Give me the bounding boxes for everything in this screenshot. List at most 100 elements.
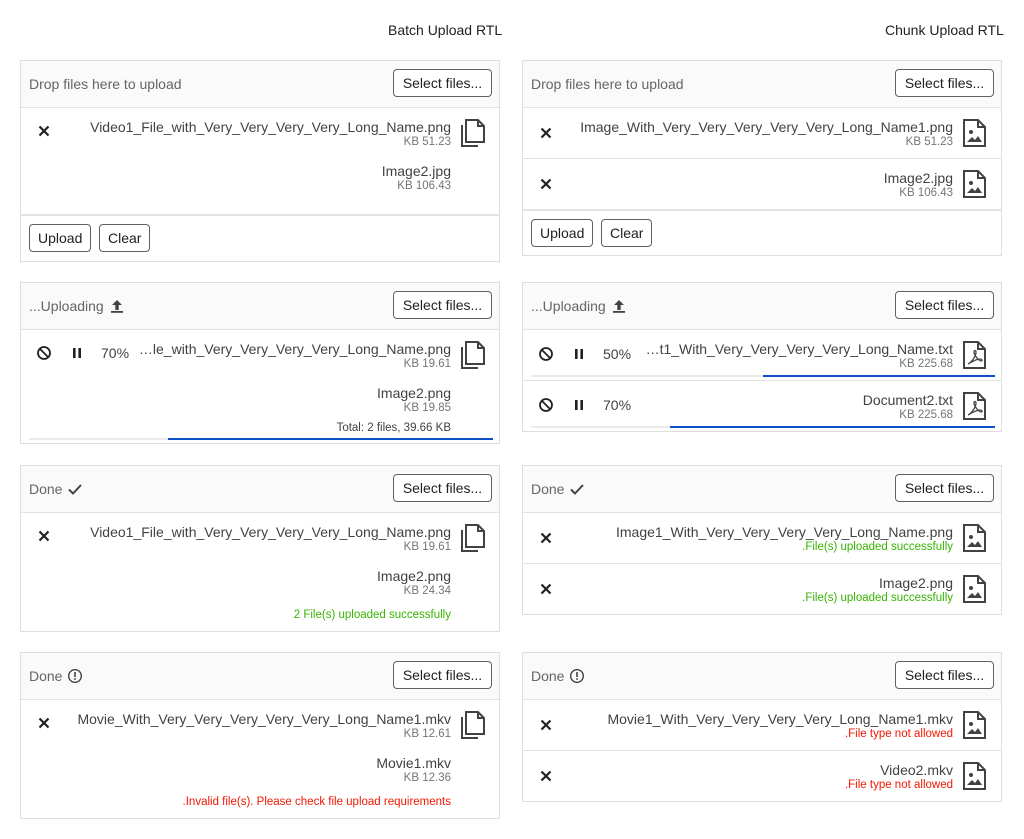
upload-toolbar: ...Uploading Select files... (21, 283, 499, 330)
batch-upload-error: Done Select files... Movie_With_Very_Ver… (20, 652, 500, 819)
upload-button[interactable]: Upload (531, 219, 594, 247)
upload-actions: Upload Clear (523, 210, 1001, 257)
x-icon[interactable] (538, 768, 554, 784)
list-item: Image2.png .File(s) uploaded successfull… (523, 564, 1001, 614)
select-files-button[interactable]: Select files... (895, 291, 994, 319)
x-icon[interactable] (36, 528, 52, 544)
file-size: KB 225.68 (899, 409, 953, 421)
batch-upload-initial: Drop files here to upload Select files..… (20, 60, 500, 262)
file-name: Video1_File_with_Very_Very_Very_Very_Lon… (136, 341, 451, 357)
list-item: 70% Document2.txt KB 225.68 (523, 381, 1001, 431)
upload-status-text: Done (29, 668, 63, 684)
upload-toolbar: Done Select files... (21, 466, 499, 513)
list-item: Movie1_With_Very_Very_Very_Very_Long_Nam… (523, 700, 1001, 751)
pause-icon[interactable] (571, 397, 587, 413)
clear-button[interactable]: Clear (99, 224, 151, 252)
x-icon[interactable] (36, 715, 52, 731)
cancel-icon[interactable] (538, 346, 554, 362)
clear-button[interactable]: Clear (601, 219, 653, 247)
chunk-upload-success: Done Select files... Image1_With_Very_Ve… (522, 465, 1002, 615)
file-list-batch: Movie_With_Very_Very_Very_Very_Very_Long… (21, 700, 499, 818)
progress-bar (670, 426, 995, 428)
file-image-icon (959, 574, 989, 604)
file-size: KB 19.85 (403, 402, 451, 414)
file-size: KB 19.61 (403, 541, 451, 553)
chunk-upload-error: Done Select files... Movie1_With_Very_Ve… (522, 652, 1002, 802)
select-files-button[interactable]: Select files... (895, 69, 994, 97)
x-icon[interactable] (538, 125, 554, 141)
file-name: Document1_With_Very_Very_Very_Very_Long_… (643, 341, 953, 357)
chunk-upload-uploading: ...Uploading Select files... 50% Documen… (522, 282, 1002, 432)
dropzone-hint: Drop files here to upload (531, 76, 684, 92)
file-image-icon (959, 761, 989, 791)
upload-status: Done (29, 668, 83, 684)
file-name: Movie_With_Very_Very_Very_Very_Very_Long… (77, 711, 451, 727)
chunk-upload-title: Chunk Upload RTL (885, 22, 1004, 38)
list-item: Image2.jpg KB 106.43 (523, 159, 1001, 210)
file-name: Document2.txt (862, 392, 953, 408)
file-image-icon (959, 118, 989, 148)
upload-button[interactable]: Upload (29, 224, 92, 252)
upload-toolbar: Drop files here to upload Select files..… (523, 61, 1001, 108)
file-image-icon (959, 169, 989, 199)
file-size: KB 51.23 (905, 136, 953, 148)
error-message: .Invalid file(s). Please check file uplo… (182, 796, 451, 808)
x-icon[interactable] (538, 717, 554, 733)
list-item: Image1_With_Very_Very_Very_Very_Long_Nam… (523, 513, 1001, 564)
success-message: .File(s) uploaded successfully (802, 592, 953, 604)
file-name: Video2.mkv (880, 762, 953, 778)
x-icon[interactable] (538, 176, 554, 192)
batch-upload-success: Done Select files... Video1_File_with_Ve… (20, 465, 500, 632)
files-icon (457, 523, 487, 553)
upload-status: ...Uploading (531, 298, 627, 314)
files-icon (457, 340, 487, 370)
list-item: Image_With_Very_Very_Very_Very_Very_Long… (523, 108, 1001, 159)
batch-upload-uploading: ...Uploading Select files... 70% Video1_… (20, 282, 500, 444)
cancel-icon[interactable] (538, 397, 554, 413)
file-list-batch: 70% Video1_File_with_Very_Very_Very_Very… (21, 330, 499, 444)
file-name: Movie1.mkv (376, 755, 451, 771)
select-files-button[interactable]: Select files... (895, 661, 994, 689)
upload-toolbar: Drop files here to upload Select files..… (21, 61, 499, 108)
upload-status: Done (531, 668, 585, 684)
select-files-button[interactable]: Select files... (393, 291, 492, 319)
batch-total: Total: 2 files, 39.66 KB (336, 422, 451, 434)
error-message: .File type not allowed (844, 728, 953, 740)
x-icon[interactable] (538, 581, 554, 597)
pause-icon[interactable] (69, 345, 85, 361)
file-image-icon (959, 710, 989, 740)
upload-status-text: ...Uploading (29, 298, 104, 314)
file-size: KB 12.36 (403, 772, 451, 784)
file-image-icon (959, 523, 989, 553)
progress-bar (763, 375, 995, 377)
upload-actions: Upload Clear (21, 215, 499, 262)
file-size: KB 51.23 (403, 136, 451, 148)
x-icon[interactable] (538, 530, 554, 546)
select-files-button[interactable]: Select files... (393, 474, 492, 502)
progress-bar (168, 438, 493, 440)
chunk-upload-initial: Drop files here to upload Select files..… (522, 60, 1002, 256)
select-files-button[interactable]: Select files... (393, 661, 492, 689)
upload-icon (611, 298, 627, 314)
exclamation-circle-icon (67, 668, 83, 684)
cancel-icon[interactable] (36, 345, 52, 361)
file-size: KB 225.68 (899, 358, 953, 370)
upload-icon (109, 298, 125, 314)
file-name: Video1_File_with_Very_Very_Very_Very_Lon… (90, 119, 451, 135)
upload-status: Done (29, 481, 83, 497)
upload-status-text: Done (531, 481, 565, 497)
x-icon[interactable] (36, 123, 52, 139)
select-files-button[interactable]: Select files... (895, 474, 994, 502)
pause-icon[interactable] (571, 346, 587, 362)
files-icon (457, 710, 487, 740)
file-name: Image1_With_Very_Very_Very_Very_Long_Nam… (616, 524, 953, 540)
file-size: KB 106.43 (397, 180, 451, 192)
file-pdf-icon (959, 391, 989, 421)
file-list-batch: Video1_File_with_Very_Very_Very_Very_Lon… (21, 513, 499, 631)
file-size: KB 19.61 (403, 358, 451, 370)
file-name: Image2.jpg (381, 163, 451, 179)
dropzone-hint: Drop files here to upload (29, 76, 182, 92)
upload-status-text: ...Uploading (531, 298, 606, 314)
success-message: .File(s) uploaded successfully (802, 541, 953, 553)
select-files-button[interactable]: Select files... (393, 69, 492, 97)
